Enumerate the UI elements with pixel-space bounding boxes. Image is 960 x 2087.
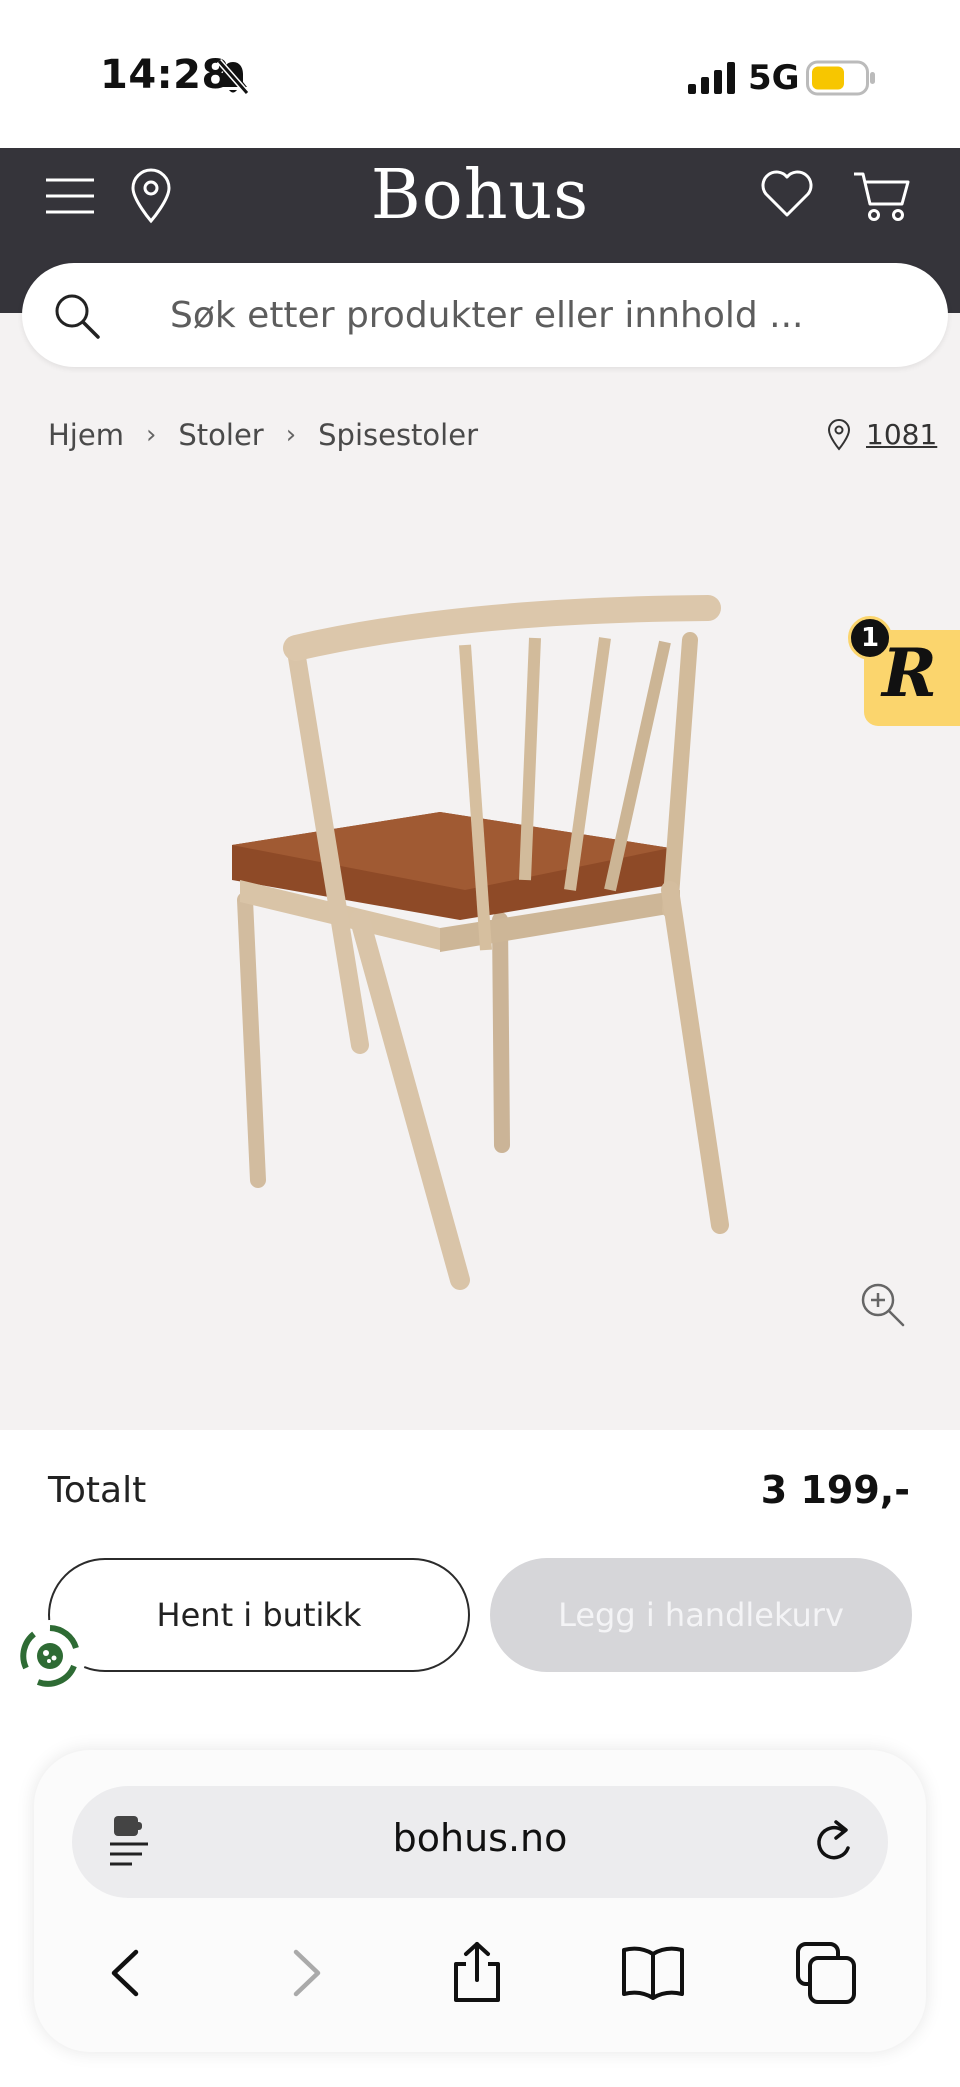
chevron-right-icon: › <box>285 420 297 450</box>
cart-icon[interactable] <box>852 168 912 224</box>
chevron-right-icon: › <box>145 420 157 450</box>
heart-icon[interactable] <box>760 168 814 220</box>
total-label: Totalt <box>48 1470 147 1511</box>
search-icon <box>55 294 100 339</box>
reload-icon[interactable] <box>812 1818 858 1866</box>
brand-logo[interactable]: Bohus <box>0 156 960 235</box>
tabs-icon[interactable] <box>794 1940 860 2006</box>
browser-nav-row <box>34 1928 926 2018</box>
pickup-in-store-button[interactable]: Hent i butikk <box>48 1558 470 1672</box>
address-bar[interactable]: bohus.no <box>72 1786 888 1898</box>
bookmarks-icon[interactable] <box>620 1940 686 2006</box>
forward-arrow-icon[interactable] <box>272 1940 338 2006</box>
back-arrow-icon[interactable] <box>94 1940 160 2006</box>
status-bar: 14:28 5G <box>0 0 960 148</box>
signal-icon <box>688 62 735 94</box>
breadcrumb-chairs[interactable]: Stoler <box>178 418 263 452</box>
search-input[interactable] <box>170 289 910 341</box>
total-price: 3 199,- <box>760 1468 910 1512</box>
share-icon[interactable] <box>444 1940 510 2006</box>
add-to-cart-button[interactable]: Legg i handlekurv <box>490 1558 912 1672</box>
url-text[interactable]: bohus.no <box>72 1816 888 1860</box>
store-link[interactable]: 1081 <box>826 418 937 451</box>
zoom-in-icon[interactable] <box>858 1280 906 1328</box>
search-bar[interactable] <box>22 263 948 367</box>
store-number[interactable]: 1081 <box>866 418 937 451</box>
browser-toolbar: bohus.no <box>34 1750 926 2052</box>
network-type: 5G <box>748 58 800 98</box>
breadcrumb: Hjem › Stoler › Spisestoler <box>48 418 478 452</box>
eco-recycle-icon[interactable] <box>14 1620 86 1692</box>
reviews-count-badge: 1 <box>848 616 892 660</box>
battery-icon <box>806 60 875 96</box>
breadcrumb-dining-chairs[interactable]: Spisestoler <box>318 418 478 452</box>
breadcrumb-home[interactable]: Hjem <box>48 418 124 452</box>
bell-muted-icon <box>216 59 250 95</box>
product-image[interactable] <box>200 590 760 1290</box>
location-pin-icon <box>827 418 851 451</box>
status-time: 14:28 <box>100 52 230 98</box>
